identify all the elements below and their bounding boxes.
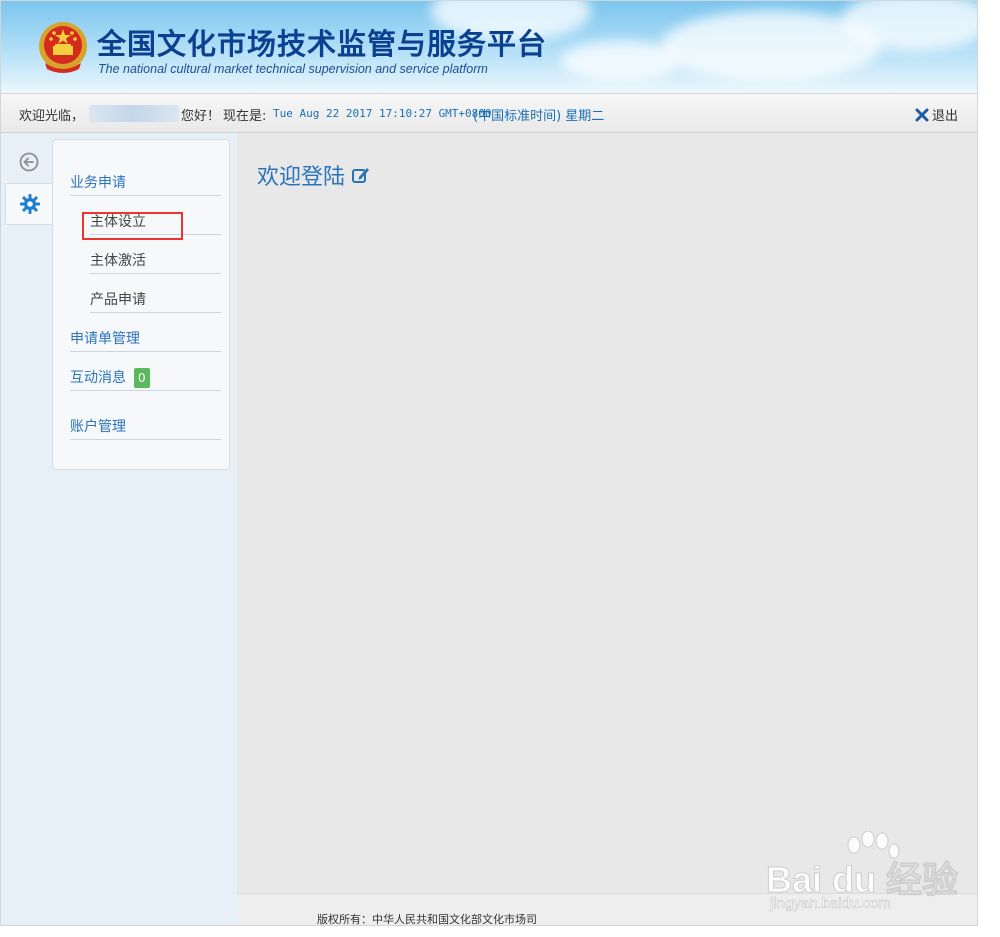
main-content: 欢迎登陆	[237, 133, 977, 893]
site-title: 全国文化市场技术监管与服务平台	[97, 27, 548, 61]
username-redacted	[89, 105, 179, 122]
menu-item-product-apply[interactable]: 产品申请	[90, 287, 221, 313]
close-icon	[915, 108, 929, 121]
menu-section-application-manage[interactable]: 申请单管理	[70, 326, 221, 352]
menu-messages-label: 互动消息	[70, 370, 126, 386]
hello-text: 您好！	[181, 109, 221, 124]
app-frame: 全国文化市场技术监管与服务平台 The national cultural ma…	[0, 0, 978, 926]
menu-section-messages[interactable]: 互动消息 0	[70, 365, 221, 391]
page-title-text: 欢迎登陆	[257, 165, 346, 190]
timezone-weekday: (中国标准时间) 星期二	[473, 109, 605, 124]
national-emblem-icon	[39, 22, 87, 73]
menu-item-entity-activate[interactable]: 主体激活	[90, 248, 221, 274]
sidebar-tab-back[interactable]	[5, 141, 53, 183]
welcome-text: 欢迎光临，	[19, 109, 85, 124]
current-datetime: Tue Aug 22 2017 17:10:27 GMT+0800	[273, 107, 492, 120]
sidebar: 业务申请 主体设立 主体激活 产品申请 申请单管理 互动消息 0 账户管理	[1, 133, 237, 925]
page-title: 欢迎登陆	[257, 159, 371, 191]
sidebar-menu: 业务申请 主体设立 主体激活 产品申请 申请单管理 互动消息 0 账户管理	[52, 139, 230, 470]
cloud	[561, 41, 681, 81]
menu-section-account-manage[interactable]: 账户管理	[70, 414, 221, 440]
status-bar: 欢迎光临， 您好！ 现在是: Tue Aug 22 2017 17:10:27 …	[1, 93, 977, 133]
site-header: 全国文化市场技术监管与服务平台 The national cultural ma…	[1, 1, 977, 93]
site-subtitle: The national cultural market technical s…	[98, 62, 488, 76]
logout-label: 退出	[932, 109, 959, 124]
gear-icon	[19, 194, 40, 214]
sidebar-tab-settings[interactable]	[5, 183, 53, 225]
message-count-badge: 0	[134, 368, 150, 388]
logout-button[interactable]: 退出	[915, 105, 958, 124]
back-arrow-icon	[19, 152, 39, 172]
watermark-url: jingyan.baidu.com	[770, 895, 891, 913]
baidu-jingyan-watermark: Bai du 经验 jingyan.baidu.com	[765, 831, 959, 921]
now-label: 现在是:	[223, 109, 267, 124]
copyright-text: 版权所有：中华人民共和国文化部文化市场司	[317, 913, 537, 926]
edit-icon	[352, 168, 370, 183]
highlight-annotation	[82, 212, 183, 240]
menu-section-business-apply[interactable]: 业务申请	[70, 170, 221, 196]
